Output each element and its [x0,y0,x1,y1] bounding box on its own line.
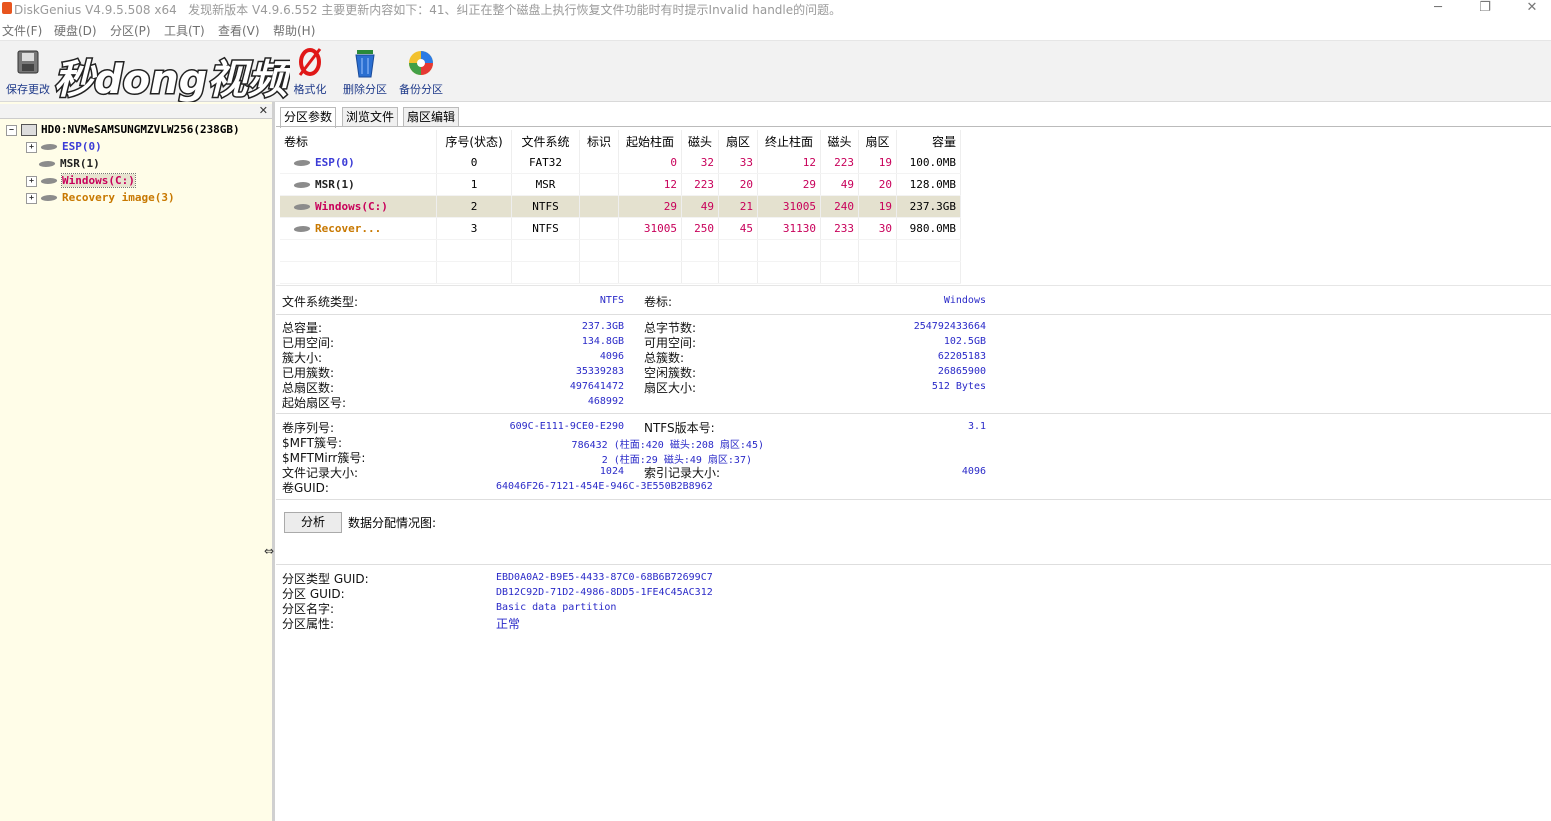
backup-partition-button[interactable]: 备份分区 [393,45,449,99]
tree-disk-hd0[interactable]: − HD0:NVMeSAMSUNGMZVLW256(238GB) [6,122,240,138]
partition-details-pane: 分区参数 浏览文件 扇区编辑 卷标 序号(状态) 文件系统 标识 起始柱面 磁头… [276,102,1551,821]
save-changes-button[interactable]: 保存更改 [0,45,56,99]
format-button[interactable]: 格式化 [282,45,338,99]
col-start-cylinder[interactable]: 起始柱面 [618,130,682,152]
col-end-head[interactable]: 磁头 [820,130,859,152]
title-bar: DiskGenius V4.9.5.508 x64 发现新版本 V4.9.6.5… [0,0,1551,19]
partition-icon [292,160,312,166]
col-capacity[interactable]: 容量 [896,130,961,152]
partition-icon [37,161,57,167]
collapse-icon[interactable]: − [6,124,17,136]
svg-text:秒dong视频: 秒dong视频 [54,57,290,103]
table-row[interactable]: Recover... 3 NTFS 31005 250 45 31130 233… [280,217,961,240]
col-filesystem[interactable]: 文件系统 [511,130,580,152]
delete-partition-button[interactable]: 删除分区 [337,45,393,99]
table-row-empty [280,239,961,262]
tree-partition-windows[interactable]: + Windows(C:) [26,173,136,189]
disk-tree-pane: ✕ − HD0:NVMeSAMSUNGMZVLW256(238GB) + ESP(0… [0,102,275,821]
menu-file[interactable]: 文件(F) [2,22,42,39]
minimize-button[interactable]: ─ [1416,0,1460,18]
menu-help[interactable]: 帮助(H) [273,22,315,39]
partition-icon [39,178,59,184]
diskgenius-app-icon [2,2,12,14]
expand-icon[interactable]: + [26,175,37,187]
miaodong-watermark-logo: 秒dong视频 [53,56,291,105]
partition-icon [292,226,312,232]
table-row-selected[interactable]: Windows(C:) 2 NTFS 29 49 21 31005 240 19… [280,195,961,218]
close-button[interactable]: ✕ [1510,0,1551,18]
table-row[interactable]: MSR(1) 1 MSR 12 223 20 29 49 20 128.0MB [280,173,961,196]
table-row-empty [280,261,961,284]
analyze-button[interactable]: 分析 [284,512,342,533]
save-disk-icon [17,50,39,74]
close-pane-icon[interactable]: ✕ [259,104,268,117]
col-start-sector[interactable]: 扇区 [718,130,758,152]
partition-icon [292,204,312,210]
restore-button[interactable]: ❐ [1463,0,1507,18]
tab-sector-edit[interactable]: 扇区编辑 [403,107,460,127]
col-index[interactable]: 序号(状态) [436,130,512,152]
partition-icon [292,182,312,188]
col-id[interactable]: 标识 [579,130,619,152]
partition-table: 卷标 序号(状态) 文件系统 标识 起始柱面 磁头 扇区 终止柱面 磁头 扇区 … [280,130,961,284]
menu-partition[interactable]: 分区(P) [110,22,151,39]
data-allocation-label: 数据分配情况图: [348,516,437,530]
partition-icon [39,195,59,201]
partition-icon [39,144,59,150]
menu-bar: 文件(F) 硬盘(D) 分区(P) 工具(T) 查看(V) 帮助(H) [0,20,1551,41]
update-notice[interactable]: 发现新版本 V4.9.6.552 主要更新内容如下：41、纠正在整个磁盘上执行恢… [188,3,841,17]
tree-partition-msr[interactable]: MSR(1) [37,156,100,172]
tab-browse-files[interactable]: 浏览文件 [342,107,399,127]
tree-partition-esp[interactable]: + ESP(0) [26,139,102,155]
pane-splitter-handle[interactable]: ⇔ [264,544,274,558]
tree-pane-header: ✕ [0,104,272,119]
window-title: DiskGenius V4.9.5.508 x64 发现新版本 V4.9.6.5… [14,3,842,17]
hard-disk-icon [21,124,37,136]
col-end-sector[interactable]: 扇区 [858,130,897,152]
expand-icon[interactable]: + [26,192,37,204]
col-end-cylinder[interactable]: 终止柱面 [757,130,821,152]
format-icon [298,48,322,76]
menu-tools[interactable]: 工具(T) [164,22,205,39]
col-start-head[interactable]: 磁头 [681,130,719,152]
recycle-bin-icon [355,50,375,78]
backup-icon [409,51,433,75]
menu-view[interactable]: 查看(V) [218,22,260,39]
table-header-row: 卷标 序号(状态) 文件系统 标识 起始柱面 磁头 扇区 终止柱面 磁头 扇区 … [280,130,961,152]
col-volume-label[interactable]: 卷标 [280,130,437,152]
menu-disk[interactable]: 硬盘(D) [54,22,97,39]
expand-icon[interactable]: + [26,141,37,153]
tree-partition-recovery[interactable]: + Recovery image(3) [26,190,175,206]
table-row[interactable]: ESP(0) 0 FAT32 0 32 33 12 223 19 100.0MB [280,152,961,174]
tab-partition-params[interactable]: 分区参数 [280,107,337,128]
